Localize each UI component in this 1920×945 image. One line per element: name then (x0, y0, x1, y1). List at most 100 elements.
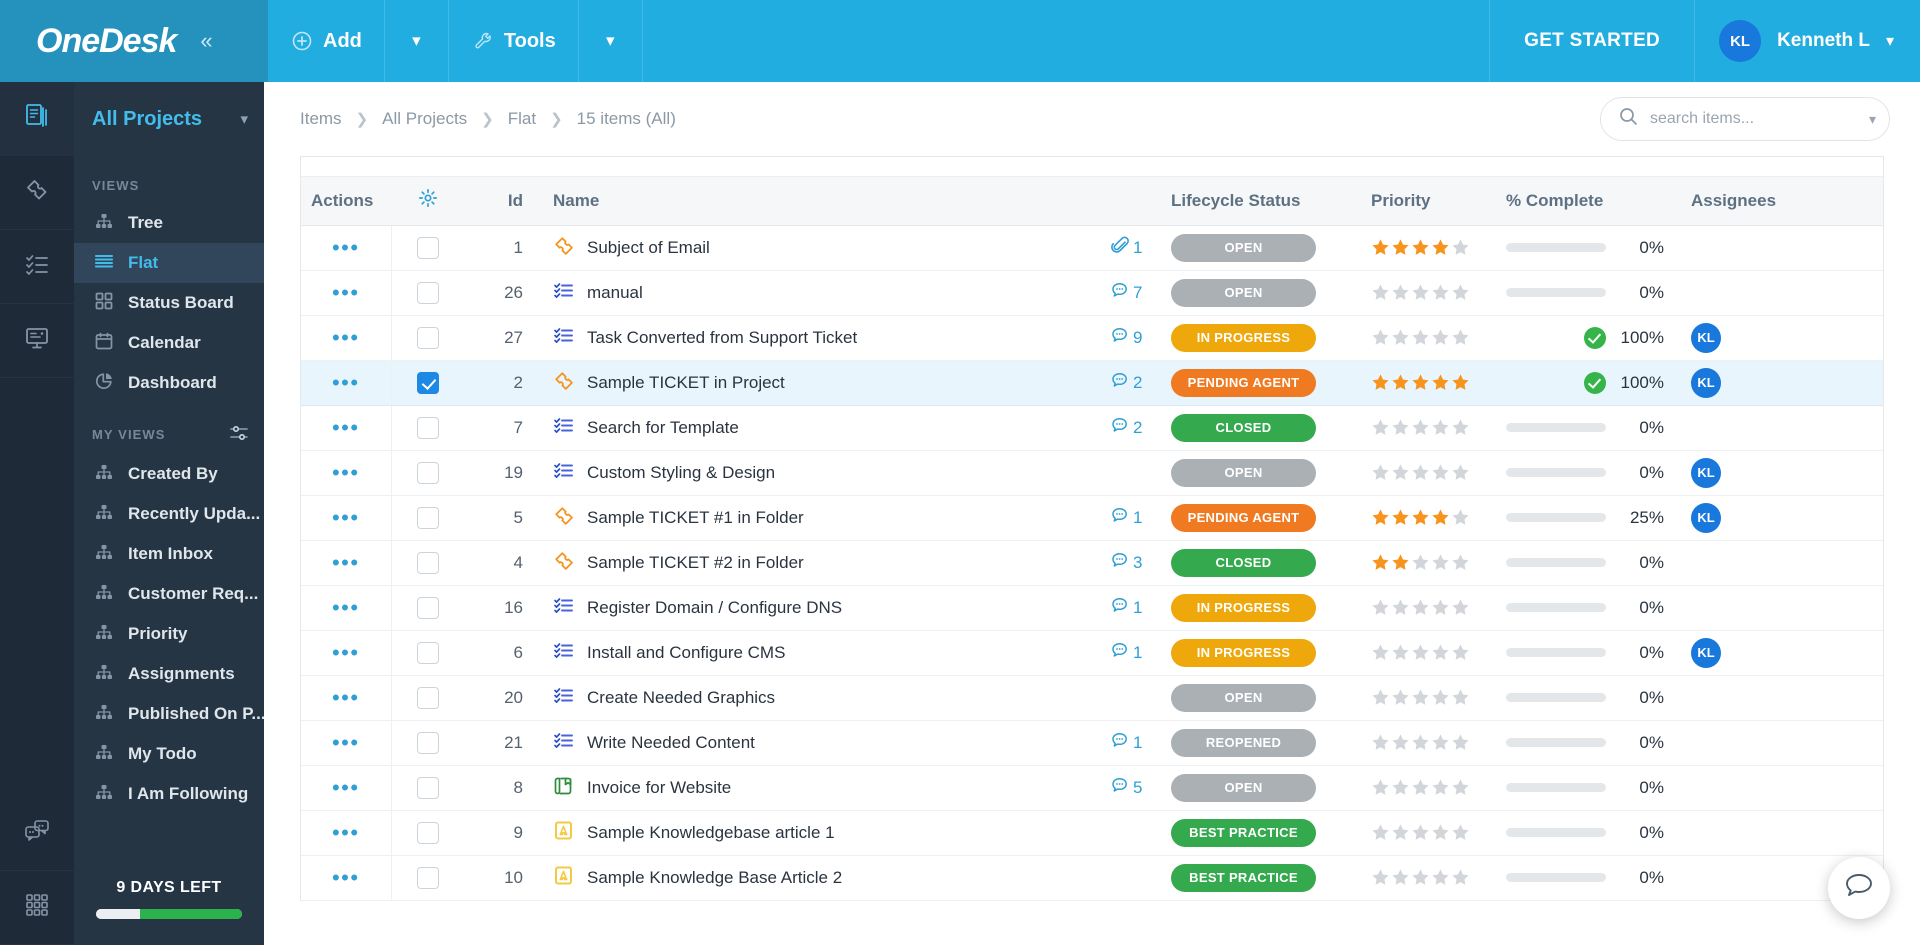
status-badge[interactable]: OPEN (1171, 773, 1316, 802)
sidebar-item-published-on-p[interactable]: Published On P... (74, 694, 266, 734)
col-actions[interactable]: Actions (301, 177, 391, 226)
comment-count-badge[interactable]: 5 (1111, 776, 1155, 800)
search-input[interactable] (1650, 110, 1857, 128)
chat-fab-button[interactable] (1828, 857, 1890, 919)
rail-item-knowledgebase[interactable] (0, 304, 74, 378)
sidebar-item-my-todo[interactable]: My Todo (74, 734, 264, 774)
row-priority-cell[interactable] (1363, 225, 1498, 271)
comment-count-badge[interactable]: 2 (1111, 371, 1155, 395)
row-checkbox[interactable] (417, 866, 440, 889)
row-checkbox[interactable] (417, 551, 440, 574)
row-checkbox[interactable] (417, 731, 440, 754)
breadcrumb-item[interactable]: All Projects (382, 109, 467, 129)
priority-stars[interactable] (1371, 778, 1490, 797)
row-actions-menu-icon[interactable]: ••• (309, 641, 383, 664)
comment-count-badge[interactable]: 1 (1111, 731, 1155, 755)
add-button[interactable]: Add (268, 0, 384, 82)
row-name[interactable]: Sample Knowledgebase article 1 (587, 823, 835, 843)
row-priority-cell[interactable] (1363, 360, 1498, 406)
status-badge[interactable]: CLOSED (1171, 548, 1316, 577)
row-actions-menu-icon[interactable]: ••• (309, 686, 383, 709)
row-assignee-cell[interactable] (1683, 270, 1883, 316)
assignee-avatar[interactable]: KL (1691, 637, 1721, 668)
assignee-avatar[interactable]: KL (1691, 457, 1721, 488)
sidebar-item-i-am-following[interactable]: I Am Following (74, 774, 264, 814)
status-badge[interactable]: BEST PRACTICE (1171, 863, 1316, 892)
table-row[interactable]: ••• 20 Create Needed Graphics OPEN 0% (301, 675, 1883, 721)
priority-stars[interactable] (1371, 733, 1490, 752)
status-badge[interactable]: PENDING AGENT (1171, 503, 1316, 532)
table-row[interactable]: ••• 9 Sample Knowledgebase article 1 BEST P… (301, 810, 1883, 856)
row-checkbox[interactable] (417, 371, 440, 394)
row-name[interactable]: Sample TICKET #2 in Folder (587, 553, 804, 573)
breadcrumb-item[interactable]: Flat (508, 109, 536, 129)
status-badge[interactable]: OPEN (1171, 233, 1316, 262)
row-name[interactable]: Sample TICKET #1 in Folder (587, 508, 804, 528)
row-checkbox[interactable] (417, 416, 440, 439)
comment-count-badge[interactable]: 1 (1111, 506, 1155, 530)
row-name[interactable]: Sample TICKET in Project (587, 373, 785, 393)
row-priority-cell[interactable] (1363, 270, 1498, 316)
priority-stars[interactable] (1371, 553, 1490, 572)
search-box[interactable]: ▾ (1600, 97, 1890, 141)
gear-icon[interactable] (418, 189, 438, 212)
row-checkbox[interactable] (417, 776, 440, 799)
filter-settings-icon[interactable] (230, 425, 264, 444)
col-priority[interactable]: Priority (1363, 177, 1498, 226)
row-actions-menu-icon[interactable]: ••• (309, 326, 383, 349)
priority-stars[interactable] (1371, 373, 1490, 392)
rail-item-apps[interactable] (0, 871, 74, 945)
row-actions-menu-icon[interactable]: ••• (309, 506, 383, 529)
chevron-down-icon[interactable]: ▾ (240, 110, 248, 128)
row-priority-cell[interactable] (1363, 585, 1498, 631)
tools-dropdown-caret[interactable]: ▾ (577, 0, 642, 82)
table-row[interactable]: ••• 19 Custom Styling & Design OPEN 0% KL (301, 450, 1883, 496)
row-assignee-cell[interactable] (1683, 585, 1883, 631)
row-actions-menu-icon[interactable]: ••• (309, 416, 383, 439)
status-badge[interactable]: OPEN (1171, 458, 1316, 487)
row-actions-menu-icon[interactable]: ••• (309, 731, 383, 754)
row-priority-cell[interactable] (1363, 720, 1498, 766)
row-priority-cell[interactable] (1363, 855, 1498, 901)
col-id[interactable]: Id (465, 177, 545, 226)
breadcrumb-item[interactable]: Items (300, 109, 342, 129)
status-badge[interactable]: IN PROGRESS (1171, 593, 1316, 622)
row-name[interactable]: Task Converted from Support Ticket (587, 328, 857, 348)
row-name[interactable]: manual (587, 283, 643, 303)
row-priority-cell[interactable] (1363, 540, 1498, 586)
priority-stars[interactable] (1371, 823, 1490, 842)
row-priority-cell[interactable] (1363, 450, 1498, 496)
row-assignee-cell[interactable]: KL (1683, 315, 1883, 361)
col-assignees[interactable]: Assignees (1683, 177, 1883, 226)
row-assignee-cell[interactable] (1683, 810, 1883, 856)
comment-count-badge[interactable]: 1 (1111, 641, 1155, 665)
col-percent-complete[interactable]: % Complete (1498, 177, 1683, 226)
assignee-avatar[interactable]: KL (1691, 502, 1721, 533)
priority-stars[interactable] (1371, 328, 1490, 347)
rail-item-projects[interactable] (0, 82, 74, 156)
comment-count-badge[interactable]: 3 (1111, 551, 1155, 575)
row-name[interactable]: Register Domain / Configure DNS (587, 598, 842, 618)
rail-item-tickets[interactable] (0, 156, 74, 230)
row-name[interactable]: Invoice for Website (587, 778, 731, 798)
sidebar-item-tree[interactable]: Tree (74, 203, 264, 243)
row-checkbox[interactable] (417, 506, 440, 529)
priority-stars[interactable] (1371, 598, 1490, 617)
table-row[interactable]: ••• 16 Register Domain / Configure DNS 1 IN … (301, 585, 1883, 631)
table-row[interactable]: ••• 21 Write Needed Content 1 REOPENED 0% (301, 720, 1883, 766)
row-assignee-cell[interactable] (1683, 675, 1883, 721)
sidebar-item-calendar[interactable]: Calendar (74, 323, 264, 363)
status-badge[interactable]: OPEN (1171, 278, 1316, 307)
row-checkbox[interactable] (417, 281, 440, 304)
status-badge[interactable]: REOPENED (1171, 728, 1316, 757)
table-row[interactable]: ••• 5 Sample TICKET #1 in Folder 1 PENDING A… (301, 495, 1883, 541)
table-row[interactable]: ••• 26 manual 7 OPEN 0% (301, 270, 1883, 316)
priority-stars[interactable] (1371, 643, 1490, 662)
search-dropdown-caret[interactable]: ▾ (1869, 111, 1876, 128)
row-actions-menu-icon[interactable]: ••• (309, 371, 383, 394)
row-actions-menu-icon[interactable]: ••• (309, 596, 383, 619)
priority-stars[interactable] (1371, 868, 1490, 887)
row-checkbox[interactable] (417, 821, 440, 844)
comment-count-badge[interactable]: 9 (1111, 326, 1155, 350)
breadcrumb-item[interactable]: 15 items (All) (577, 109, 676, 129)
